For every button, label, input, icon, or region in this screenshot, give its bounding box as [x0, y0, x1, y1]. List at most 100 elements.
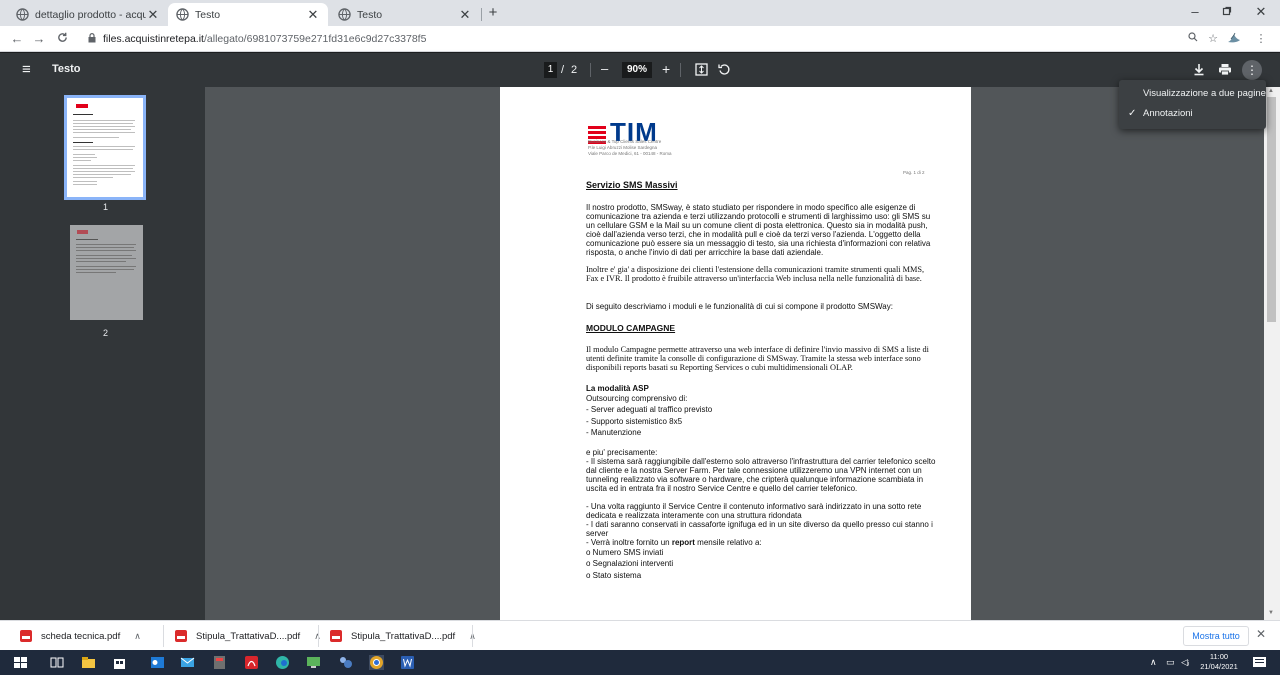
- vertical-scrollbar[interactable]: ▲ ▼: [1264, 87, 1280, 620]
- clock-date: 21/04/2021: [1200, 662, 1238, 671]
- pdf-page: TIM Business & Top Clients Sales Centre …: [500, 87, 971, 620]
- page-indicator: Pag. 1 di 2: [903, 170, 925, 175]
- file-explorer-icon[interactable]: [81, 655, 96, 670]
- close-icon[interactable]: ✕: [146, 7, 160, 23]
- reload-icon: [57, 32, 67, 42]
- outlook-icon[interactable]: [150, 655, 165, 670]
- show-all-downloads-button[interactable]: Mostra tutto: [1183, 626, 1249, 646]
- tab-label: dettaglio prodotto - acquistinrete: [35, 8, 146, 21]
- tab-testo-active[interactable]: Testo ✕: [168, 3, 328, 26]
- tab-dettaglio-prodotto[interactable]: dettaglio prodotto - acquistinrete ✕: [8, 3, 168, 26]
- tab-testo[interactable]: Testo ✕: [330, 3, 480, 26]
- checkmark-icon: ✓: [1128, 108, 1137, 119]
- more-actions-button[interactable]: ⋮: [1242, 60, 1262, 80]
- profile-avatar[interactable]: [1225, 30, 1243, 48]
- calculator-icon[interactable]: [212, 655, 227, 670]
- show-hidden-icons[interactable]: ∧: [1150, 650, 1157, 675]
- precise-heading: e piu' precisamente:: [586, 448, 658, 457]
- total-pages: 2: [571, 64, 578, 76]
- lock-icon: [88, 32, 96, 46]
- maximize-icon: [1222, 6, 1232, 16]
- report-item: o Numero SMS inviati: [586, 548, 664, 557]
- precise-item: - Il sistema sarà raggiungibile dall'est…: [586, 457, 936, 493]
- scroll-up-icon[interactable]: ▲: [1268, 88, 1274, 94]
- forward-button[interactable]: →: [30, 30, 48, 48]
- close-icon[interactable]: ✕: [458, 7, 472, 23]
- menu-icon[interactable]: ≡: [22, 61, 31, 78]
- minimize-button[interactable]: –: [1180, 3, 1210, 21]
- edge-icon[interactable]: [275, 655, 290, 670]
- report-item: o Stato sistema: [586, 571, 642, 580]
- back-button[interactable]: ←: [8, 30, 26, 48]
- download-item[interactable]: Stipula_TrattativaD....pdf ∧: [175, 621, 321, 651]
- download-icon[interactable]: [1193, 63, 1205, 81]
- people-icon[interactable]: [338, 655, 353, 670]
- zoom-in-button[interactable]: +: [662, 61, 670, 77]
- close-icon[interactable]: ✕: [306, 7, 320, 23]
- url-path: /allegato/6981073759e271fd31e6c9d27c3378…: [203, 33, 427, 45]
- download-item[interactable]: scheda tecnica.pdf ∧: [20, 621, 141, 651]
- download-item[interactable]: Stipula_TrattativaD....pdf ∧: [330, 621, 476, 651]
- maximize-button[interactable]: [1212, 3, 1242, 21]
- rotate-icon[interactable]: [718, 63, 731, 81]
- globe-icon: [16, 8, 29, 21]
- globe-icon: [176, 8, 189, 21]
- globe-icon: [338, 8, 351, 21]
- task-view-icon[interactable]: [50, 655, 65, 670]
- clock-time: 11:00: [1209, 652, 1229, 661]
- report-line: - Verrà inoltre fornito un report mensil…: [586, 538, 762, 547]
- browser-toolbar: ← → files.acquistinretepa.it/allegato/69…: [0, 26, 1280, 52]
- module-paragraph: Il modulo Campagne permette attraverso u…: [586, 345, 929, 372]
- sender-address-line: P.le Luigi Abruzzi Molise Sardegna: [588, 145, 657, 150]
- acrobat-icon[interactable]: [244, 655, 259, 670]
- close-downloads-bar-button[interactable]: ✕: [1256, 627, 1266, 641]
- tab-divider: [481, 8, 482, 21]
- page-number-input[interactable]: 1: [544, 62, 557, 78]
- new-tab-button[interactable]: +: [484, 4, 502, 22]
- pdf-title: Testo: [52, 63, 81, 75]
- zoom-icon[interactable]: [1184, 30, 1202, 48]
- remote-desktop-icon[interactable]: [306, 655, 321, 670]
- asp-line: - Server adeguati al traffico previsto: [586, 405, 713, 414]
- windows-start-icon[interactable]: [13, 655, 28, 670]
- page-separator: /: [561, 64, 565, 76]
- toolbar-divider: [680, 63, 681, 77]
- print-icon[interactable]: [1218, 63, 1232, 81]
- volume-icon[interactable]: ◁ᵢ: [1181, 650, 1189, 675]
- chrome-icon[interactable]: [369, 655, 384, 670]
- close-window-button[interactable]: ✕: [1246, 3, 1276, 21]
- download-filename: scheda tecnica.pdf: [41, 630, 121, 642]
- store-icon[interactable]: [112, 655, 127, 670]
- precise-item: - I dati saranno conservati in cassafort…: [586, 520, 933, 538]
- zoom-level-input[interactable]: 90%: [622, 62, 652, 78]
- bookmark-star-icon[interactable]: ☆: [1204, 30, 1222, 48]
- sender-address-line: Business & Top Clients Sales Centre: [588, 139, 662, 144]
- thumbnail-page-2[interactable]: [70, 225, 143, 320]
- pdf-file-icon: [175, 630, 187, 642]
- download-filename: Stipula_TrattativaD....pdf: [351, 630, 456, 642]
- menu-item-two-page-view[interactable]: Visualizzazione a due pagine: [1119, 85, 1266, 103]
- zoom-out-button[interactable]: –: [601, 61, 608, 77]
- network-icon[interactable]: ▭: [1166, 650, 1175, 675]
- thumbnail-sidebar: 1 2: [0, 87, 205, 620]
- downloads-bar: scheda tecnica.pdf ∧ Stipula_TrattativaD…: [0, 620, 1280, 650]
- menu-item-annotations[interactable]: ✓ Annotazioni: [1119, 105, 1266, 123]
- browser-menu-icon[interactable]: ⋮: [1252, 30, 1270, 48]
- scrollbar-thumb[interactable]: [1267, 97, 1276, 322]
- reload-button[interactable]: [53, 30, 71, 48]
- pdf-toolbar: ≡ Testo 1 / 2 – 90% + ⋮: [0, 53, 1280, 87]
- tab-strip: dettaglio prodotto - acquistinrete ✕ Tes…: [0, 0, 1280, 26]
- fit-page-icon[interactable]: [695, 63, 708, 81]
- scroll-down-icon[interactable]: ▼: [1268, 610, 1274, 616]
- word-icon[interactable]: [400, 655, 415, 670]
- clock[interactable]: 11:00 21/04/2021: [1196, 652, 1242, 672]
- sender-address-line: Viale Parco de Medici, 61 - 00148 - Roma: [588, 151, 672, 156]
- pdf-file-icon: [330, 630, 342, 642]
- modules-intro: Di seguito descriviamo i moduli e le fun…: [586, 302, 893, 311]
- address-bar[interactable]: files.acquistinretepa.it/allegato/698107…: [82, 29, 1212, 49]
- chevron-up-icon[interactable]: ∧: [134, 631, 141, 642]
- mail-icon[interactable]: [180, 655, 195, 670]
- thumbnail-page-1[interactable]: [64, 95, 146, 200]
- notification-icon[interactable]: [1252, 655, 1267, 670]
- thumbnail-label: 2: [103, 328, 109, 338]
